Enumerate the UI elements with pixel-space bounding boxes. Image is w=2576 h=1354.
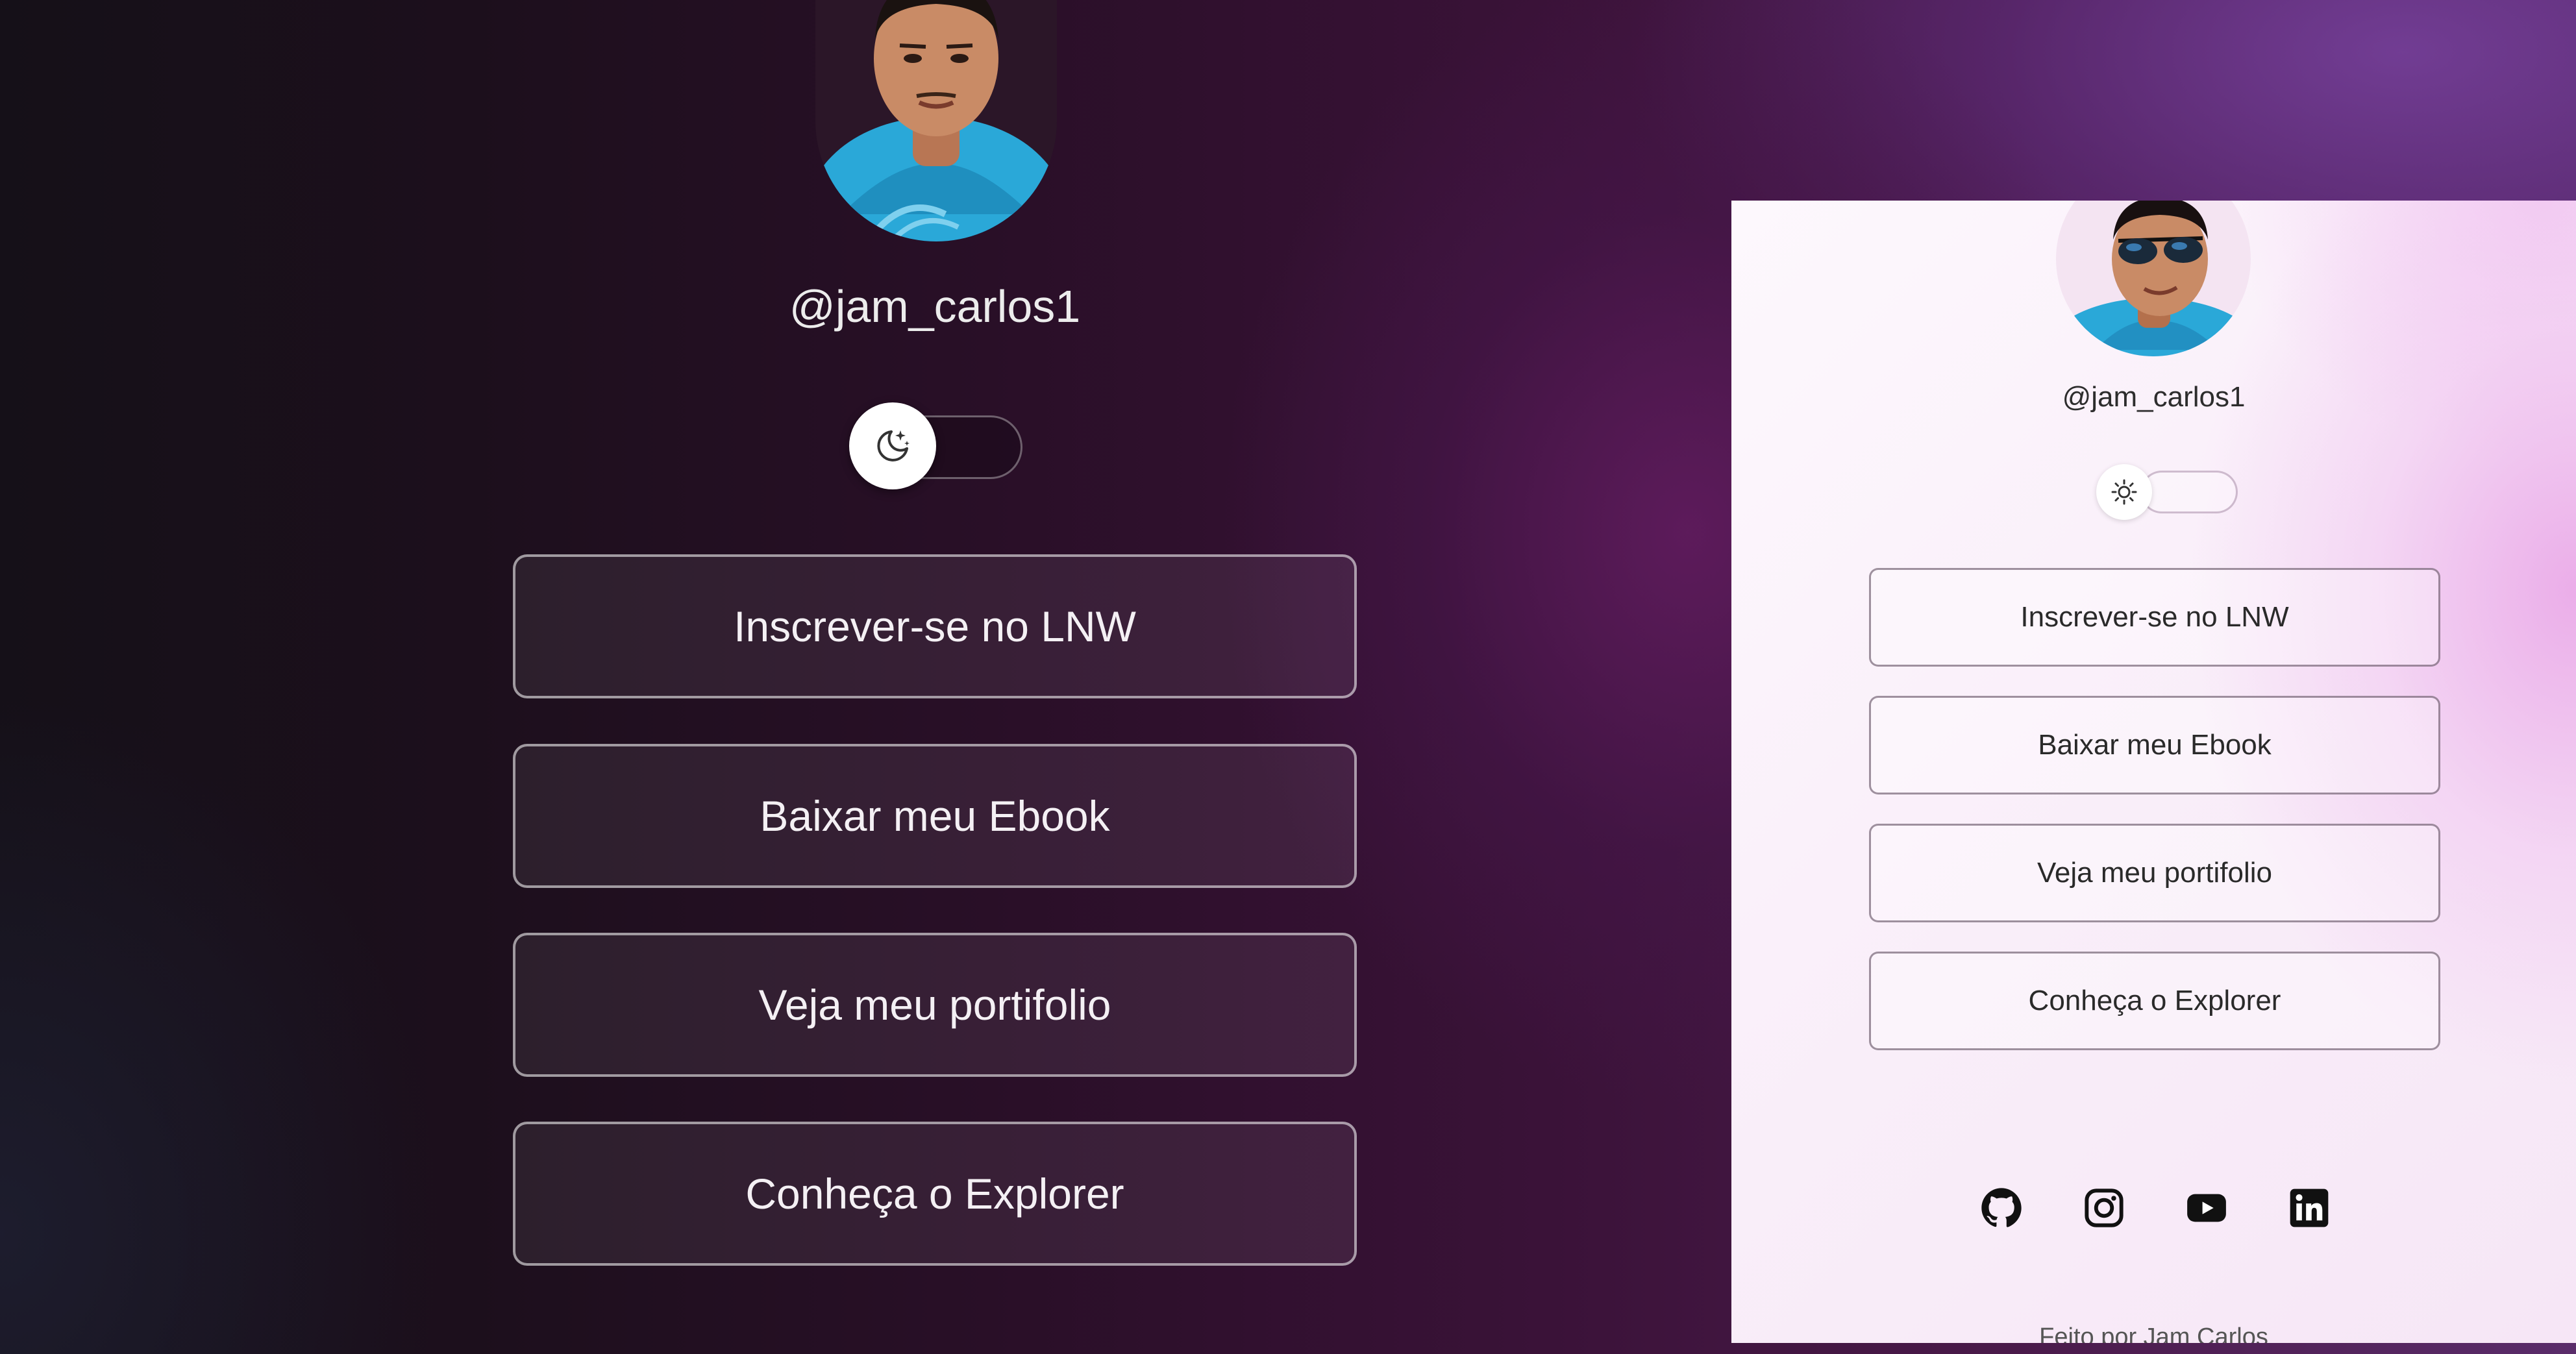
link-button-portifolio[interactable]: Veja meu portifolio [1869,824,2440,922]
github-link[interactable] [1981,1187,2022,1229]
sun-icon [2111,479,2137,505]
dark-username: @jam_carlos1 [789,281,1081,332]
dark-avatar [815,0,1057,241]
social-links [1731,1187,2576,1229]
link-button-inscrever-lnw[interactable]: Inscrever-se no LNW [513,554,1357,698]
link-button-explorer[interactable]: Conheça o Explorer [513,1122,1357,1266]
screenshot-stage: @jam_carlos1 Inscrever-se no LNW Baixar … [0,0,2576,1354]
link-button-explorer[interactable]: Conheça o Explorer [1869,952,2440,1050]
moon-stars-icon [877,430,910,462]
instagram-link[interactable] [2083,1187,2125,1229]
light-username: @jam_carlos1 [2062,381,2246,413]
youtube-icon [2187,1194,2226,1222]
linkedin-icon [2290,1188,2329,1227]
link-button-baixar-ebook[interactable]: Baixar meu Ebook [513,744,1357,888]
dark-preview: @jam_carlos1 Inscrever-se no LNW Baixar … [513,0,1357,1354]
light-theme-toggle-track[interactable] [2140,471,2238,513]
github-icon [1981,1188,2022,1227]
link-button-portifolio[interactable]: Veja meu portifolio [513,933,1357,1077]
link-button-baixar-ebook[interactable]: Baixar meu Ebook [1869,696,2440,794]
light-avatar [2056,201,2251,356]
footer-credit: Feito por Jam Carlos [2039,1323,2268,1343]
youtube-link[interactable] [2186,1187,2227,1229]
light-theme-toggle-knob[interactable] [2096,464,2152,520]
linkedin-link[interactable] [2288,1187,2330,1229]
avatar-photo-icon [2056,201,2251,356]
avatar-photo-icon [815,0,1057,241]
dark-theme-toggle-knob[interactable] [849,402,936,489]
instagram-icon [2085,1188,2124,1227]
light-preview: @jam_carlos1 Inscrever-se no LNW Baixar … [1731,201,2576,1343]
link-button-inscrever-lnw[interactable]: Inscrever-se no LNW [1869,568,2440,667]
